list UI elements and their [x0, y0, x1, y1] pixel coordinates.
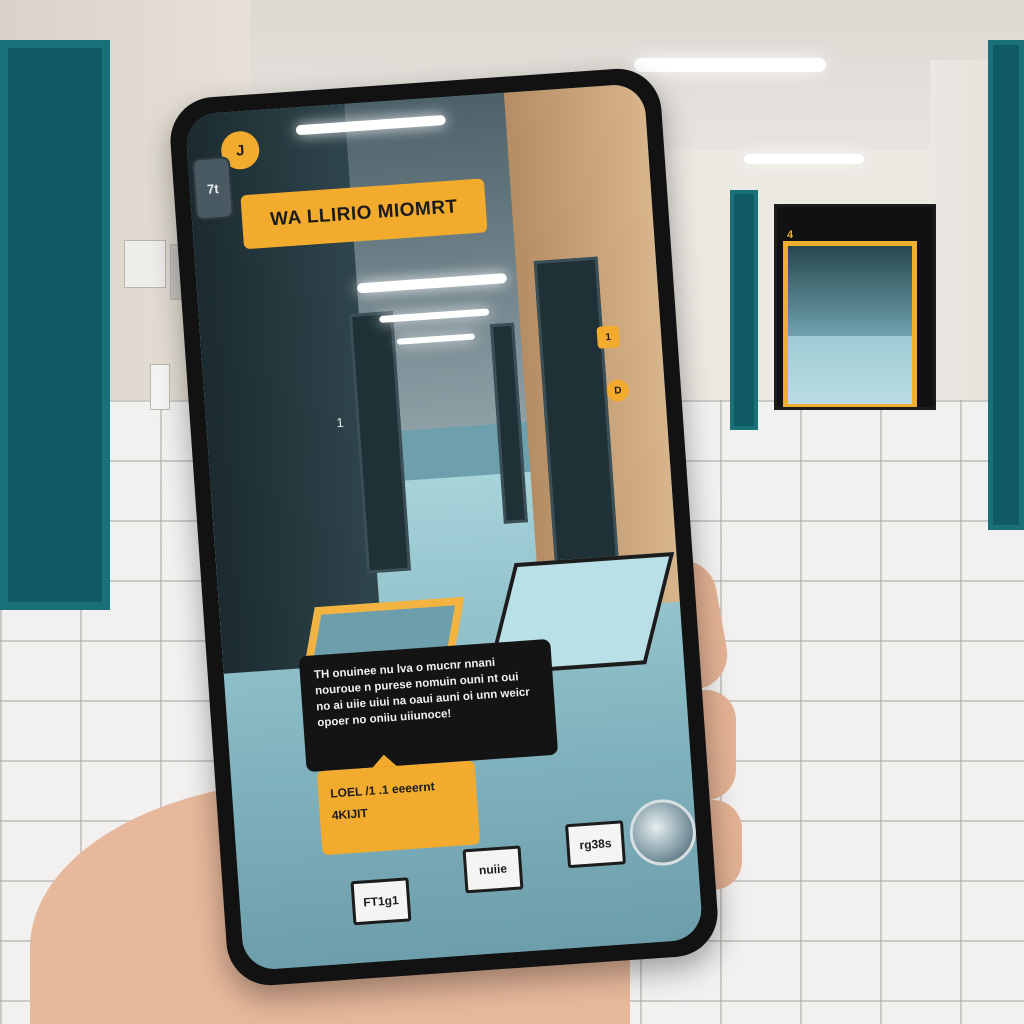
wall-number: 1 [335, 414, 345, 431]
nav-button-2[interactable]: nuiie [462, 845, 524, 894]
ar-room-tag[interactable]: 1 [596, 325, 620, 349]
ar-card-floor [788, 336, 912, 404]
ar-info-bubble: TH onuinee nu lva o mucnr nnani nouroue … [298, 638, 559, 773]
wall-sign [124, 240, 166, 288]
location-label: LOEL /1 .1 eeeernt [329, 779, 436, 801]
far-door [730, 190, 758, 430]
ar-side-badge[interactable]: 7t [191, 156, 234, 221]
ar-navigation-screen[interactable]: J 7t WA LLIRIO MIOMRT 1 D 1 TH onuinee n… [184, 83, 704, 971]
location-card[interactable]: LOEL /1 .1 eeeernt 4KIJIT [316, 760, 481, 856]
ceiling-light [634, 58, 826, 72]
nav-button-3[interactable]: rg38s [565, 820, 626, 869]
right-door [988, 40, 1024, 530]
ceiling-light [744, 154, 864, 164]
floating-ar-preview-card[interactable]: 4 [774, 204, 936, 410]
left-door [0, 40, 110, 610]
ar-card-hallway-view [783, 241, 917, 407]
card-reader [150, 364, 170, 410]
nav-button-1[interactable]: FT1g1 [350, 877, 412, 926]
smartphone: J 7t WA LLIRIO MIOMRT 1 D 1 TH onuinee n… [167, 65, 721, 989]
location-value: 4KIJIT [331, 806, 369, 823]
